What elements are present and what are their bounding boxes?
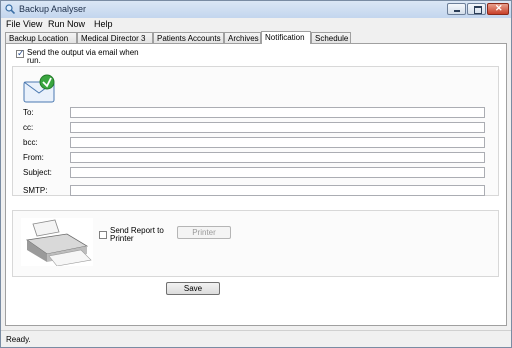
to-label: To: bbox=[23, 108, 34, 117]
email-envelope-icon bbox=[23, 74, 55, 103]
minimize-button[interactable] bbox=[447, 3, 466, 15]
tab-medical-director-3[interactable]: Medical Director 3 bbox=[77, 32, 153, 43]
magnifier-icon bbox=[5, 4, 15, 14]
bcc-label: bcc: bbox=[23, 138, 38, 147]
bcc-field[interactable] bbox=[70, 137, 485, 148]
status-text: Ready. bbox=[6, 335, 31, 344]
email-checkbox-label-line1: Send the output via email when bbox=[27, 48, 139, 57]
printer-image bbox=[21, 218, 93, 266]
maximize-icon bbox=[474, 6, 482, 14]
close-icon: ✕ bbox=[495, 3, 503, 13]
minimize-icon bbox=[454, 10, 460, 12]
printer-checkbox-label-line2: Printer bbox=[110, 234, 134, 243]
printer-checkbox[interactable] bbox=[99, 231, 107, 239]
email-settings-group: To: cc: bcc: From: Subject: SMTP: bbox=[12, 66, 499, 196]
tab-archives[interactable]: Archives bbox=[224, 32, 261, 43]
smtp-field[interactable] bbox=[70, 185, 485, 196]
menu-file[interactable]: File bbox=[6, 19, 21, 29]
printer-group: Send Report to Printer Printer bbox=[12, 210, 499, 277]
maximize-button[interactable] bbox=[467, 3, 486, 15]
title-bar: Backup Analyser ✕ bbox=[1, 1, 511, 18]
menu-bar: File View Run Now Help bbox=[1, 18, 511, 30]
printer-button[interactable]: Printer bbox=[177, 226, 231, 239]
window-title: Backup Analyser bbox=[19, 4, 87, 14]
from-field[interactable] bbox=[70, 152, 485, 163]
email-checkbox-label-line2: run. bbox=[27, 56, 41, 65]
save-button[interactable]: Save bbox=[166, 282, 220, 295]
menu-view[interactable]: View bbox=[23, 19, 42, 29]
tab-notification[interactable]: Notification bbox=[261, 31, 311, 44]
notification-panel: Send the output via email when run. To: … bbox=[5, 43, 507, 326]
status-bar: Ready. bbox=[1, 330, 511, 347]
from-label: From: bbox=[23, 153, 44, 162]
subject-label: Subject: bbox=[23, 168, 52, 177]
menu-run-now[interactable]: Run Now bbox=[48, 19, 85, 29]
to-field[interactable] bbox=[70, 107, 485, 118]
menu-help[interactable]: Help bbox=[94, 19, 113, 29]
subject-field[interactable] bbox=[70, 167, 485, 178]
close-button[interactable]: ✕ bbox=[487, 3, 509, 15]
app-window: Backup Analyser ✕ File View Run Now Help… bbox=[0, 0, 512, 348]
smtp-label: SMTP: bbox=[23, 186, 48, 195]
tab-backup-location[interactable]: Backup Location bbox=[5, 32, 77, 43]
email-checkbox[interactable] bbox=[16, 48, 25, 59]
cc-field[interactable] bbox=[70, 122, 485, 133]
cc-label: cc: bbox=[23, 123, 34, 132]
tab-schedule[interactable]: Schedule bbox=[311, 32, 351, 43]
tab-patients-accounts[interactable]: Patients Accounts bbox=[153, 32, 224, 43]
